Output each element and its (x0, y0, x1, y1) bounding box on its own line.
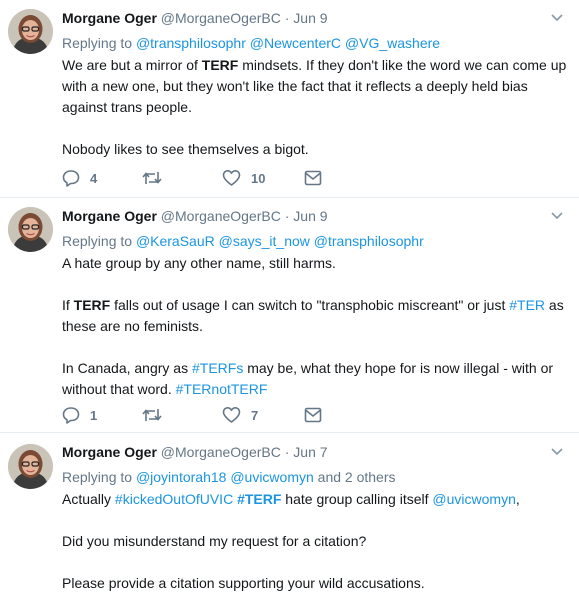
tweet[interactable]: Morgane Oger @MorganeOgerBC · Jun 9 Repl… (0, 0, 579, 196)
reply-icon (62, 407, 80, 424)
author-handle[interactable]: @MorganeOgerBC (161, 10, 281, 26)
author-handle[interactable]: @MorganeOgerBC (161, 444, 281, 460)
author-name[interactable]: Morgane Oger (62, 444, 157, 460)
mention-link[interactable]: @says_it_now (219, 233, 310, 249)
mention-link[interactable]: @transphilosophr (136, 35, 246, 51)
tweet[interactable]: Morgane Oger @MorganeOgerBC · Jun 7 Repl… (0, 433, 579, 601)
direct-message-button[interactable] (304, 405, 322, 425)
chevron-down-icon[interactable] (550, 11, 564, 25)
replying-to: Replying to @KeraSauR @says_it_now @tran… (62, 233, 424, 249)
hashtag-link[interactable]: #TERFs (192, 360, 243, 376)
tweet-text: Actually #kickedOutOfUVIC #TERF hate gro… (62, 491, 520, 591)
mention-link[interactable]: @VG_washere (345, 35, 440, 51)
like-button[interactable]: 7 (222, 405, 258, 425)
avatar[interactable] (8, 9, 53, 54)
separator-dot: · (284, 444, 290, 460)
mention-link[interactable]: @NewcenterC (250, 35, 341, 51)
retweet-icon (142, 409, 162, 421)
like-button[interactable]: 10 (222, 168, 265, 188)
hashtag-link[interactable]: #kickedOutOfUVIC (115, 491, 233, 507)
mention-link[interactable]: @transphilosophr (314, 233, 424, 249)
heart-icon (222, 407, 241, 423)
tweet-actions: 4 10 (62, 168, 362, 188)
replying-to: Replying to @joyintorah18 @uvicwomyn and… (62, 469, 396, 485)
reply-count: 4 (90, 170, 98, 186)
reply-button[interactable]: 1 (62, 405, 97, 425)
author-name[interactable]: Morgane Oger (62, 208, 157, 224)
author-name[interactable]: Morgane Oger (62, 10, 157, 26)
hashtag-link[interactable]: #TERnotTERF (176, 381, 268, 397)
tweet[interactable]: Morgane Oger @MorganeOgerBC · Jun 9 Repl… (0, 198, 579, 431)
mention-link[interactable]: @KeraSauR (136, 233, 215, 249)
reply-button[interactable]: 4 (62, 168, 97, 188)
tweet-time[interactable]: Jun 9 (293, 10, 327, 26)
like-count: 10 (251, 170, 266, 186)
reply-count: 1 (90, 407, 98, 423)
reply-icon (62, 170, 80, 187)
avatar[interactable] (8, 444, 53, 489)
direct-message-button[interactable] (304, 168, 322, 188)
mention-link[interactable]: @joyintorah18 (136, 469, 227, 485)
tweet-text: We are but a mirror of TERF mindsets. If… (62, 57, 567, 157)
tweet-time[interactable]: Jun 9 (293, 208, 327, 224)
separator-dot: · (284, 10, 290, 26)
heart-icon (222, 170, 241, 186)
hashtag-link[interactable]: #TER (509, 297, 545, 313)
chevron-down-icon[interactable] (550, 445, 564, 459)
mention-link[interactable]: @uvicwomyn (230, 469, 313, 485)
retweet-icon (142, 172, 162, 184)
envelope-icon (304, 170, 322, 186)
replying-to: Replying to @transphilosophr @NewcenterC… (62, 35, 441, 51)
tweet-time[interactable]: Jun 7 (293, 444, 327, 460)
avatar[interactable] (8, 207, 53, 252)
like-count: 7 (251, 407, 259, 423)
tweet-text: A hate group by any other name, still ha… (62, 255, 564, 397)
tweet-actions: 1 7 (62, 405, 362, 425)
chevron-down-icon[interactable] (550, 209, 564, 223)
envelope-icon (304, 407, 322, 423)
author-handle[interactable]: @MorganeOgerBC (161, 208, 281, 224)
retweet-button[interactable] (142, 405, 162, 425)
others-label[interactable]: and 2 others (318, 469, 396, 485)
separator-dot: · (284, 208, 290, 224)
hashtag-link[interactable]: #TERF (237, 491, 281, 507)
mention-link[interactable]: @uvicwomyn (432, 491, 515, 507)
retweet-button[interactable] (142, 168, 162, 188)
